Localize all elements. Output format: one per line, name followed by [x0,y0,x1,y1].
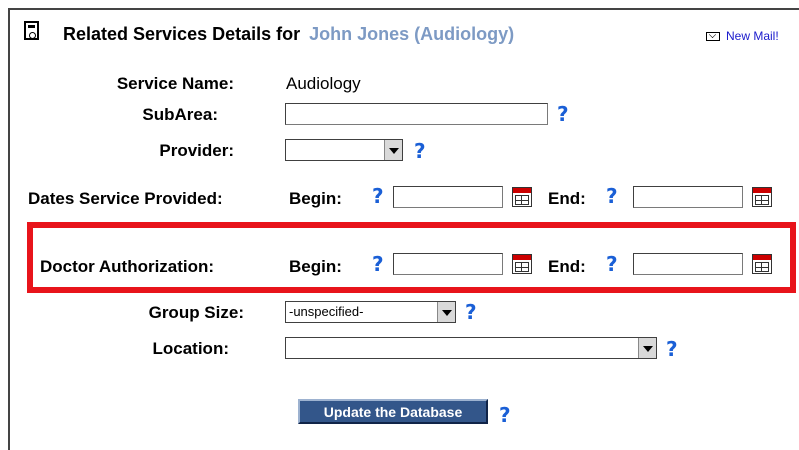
dates-end-help-icon[interactable]: ? [606,186,618,206]
dates-begin-input[interactable] [393,186,503,208]
provider-select[interactable] [285,139,403,161]
dates-begin-help-icon[interactable]: ? [372,186,384,206]
group-size-help-icon[interactable]: ? [465,302,477,322]
service-name-value: Audiology [286,74,361,93]
subarea-help-icon[interactable]: ? [557,104,569,124]
calendar-icon[interactable] [752,187,772,207]
group-size-value: -unspecified- [289,304,364,319]
dates-provided-label: Dates Service Provided: [28,189,223,208]
group-size-select[interactable]: -unspecified- [285,301,456,323]
location-label: Location: [152,339,230,358]
mail-icon[interactable] [706,32,720,41]
auth-begin-help-icon[interactable]: ? [372,254,384,274]
location-select[interactable] [285,337,657,359]
service-name-label: Service Name: [116,74,234,93]
update-database-button[interactable]: Update the Database [298,399,488,424]
calendar-icon[interactable] [752,254,772,274]
provider-help-icon[interactable]: ? [414,141,426,161]
calendar-icon[interactable] [512,254,532,274]
subarea-input[interactable] [285,103,548,125]
new-mail-link[interactable]: New Mail! [726,29,779,43]
subarea-label: SubArea: [142,105,218,124]
provider-label: Provider: [159,141,234,160]
chevron-down-icon[interactable] [437,302,455,322]
calendar-icon[interactable] [512,187,532,207]
doctor-authorization-label: Doctor Authorization: [40,257,215,276]
auth-begin-label: Begin: [289,257,342,276]
auth-end-help-icon[interactable]: ? [606,254,618,274]
dates-end-label: End: [548,189,586,208]
group-size-label: Group Size: [148,303,244,322]
student-name: John Jones (Audiology) [309,24,515,44]
dates-begin-label: Begin: [289,189,342,208]
document-icon [24,21,39,40]
auth-end-input[interactable] [633,253,743,275]
dates-end-input[interactable] [633,186,743,208]
auth-end-label: End: [548,257,586,276]
page-title: Related Services Details for John Jones … [63,24,514,45]
auth-begin-input[interactable] [393,253,503,275]
submit-help-icon[interactable]: ? [499,405,511,425]
chevron-down-icon[interactable] [384,140,402,160]
location-help-icon[interactable]: ? [666,339,678,359]
title-prefix: Related Services Details for [63,24,301,44]
chevron-down-icon[interactable] [638,338,656,358]
